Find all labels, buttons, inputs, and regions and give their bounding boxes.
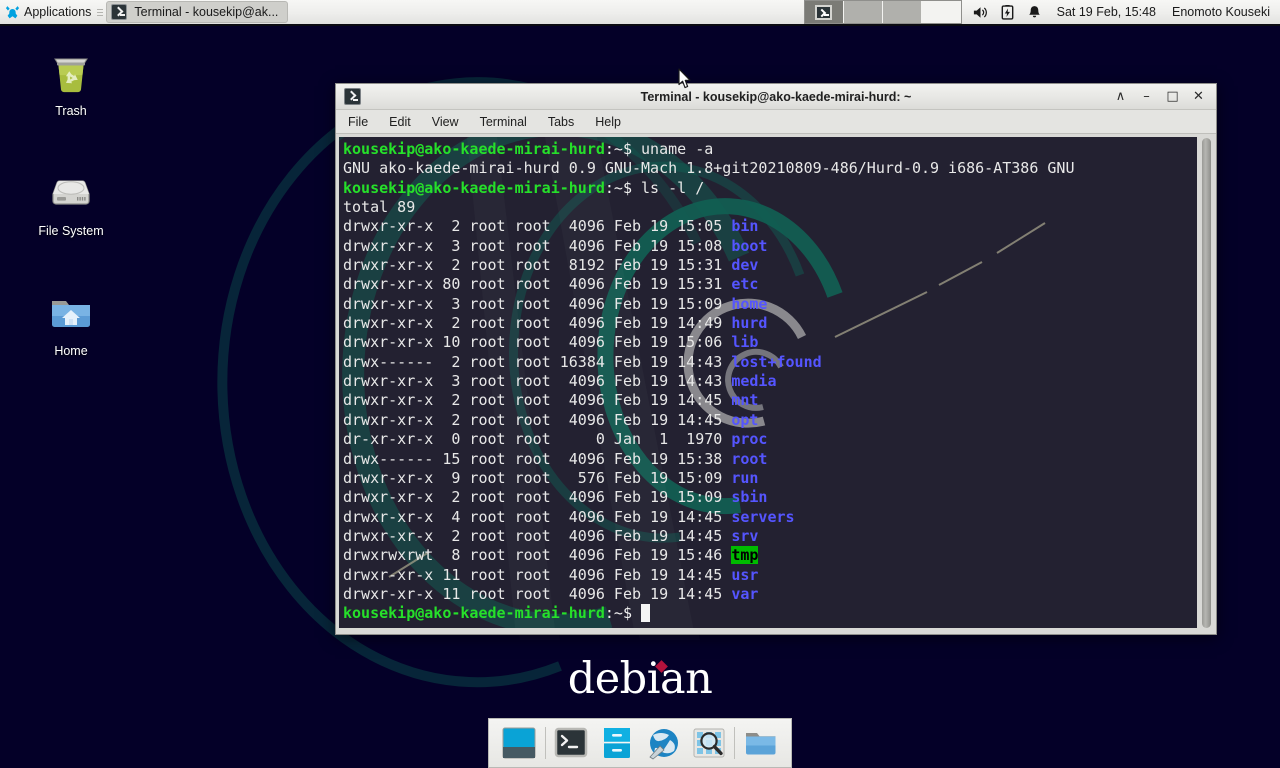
- debian-wordmark-text: debian: [568, 654, 713, 704]
- workspace-switcher[interactable]: [804, 0, 962, 24]
- bottom-dock: [488, 718, 792, 768]
- tasklist-item-terminal[interactable]: Terminal - kousekip@ak...: [106, 1, 288, 23]
- minimize-window-button[interactable]: –: [1139, 89, 1154, 105]
- menu-tabs[interactable]: Tabs: [548, 115, 574, 129]
- battery-icon[interactable]: [999, 4, 1016, 21]
- dock-item-app-finder[interactable]: [689, 723, 729, 763]
- dock-separator-2: [734, 727, 735, 759]
- xfce-mouse-icon: [5, 5, 20, 20]
- system-tray: Sat 19 Feb, 15:48 Enomoto Kouseki: [972, 4, 1280, 21]
- applications-menu-label: Applications: [24, 5, 91, 19]
- menu-view[interactable]: View: [432, 115, 459, 129]
- terminal-window-title: Terminal - kousekip@ako-kaede-mirai-hurd…: [336, 90, 1216, 104]
- desktop-icon-trash[interactable]: Trash: [23, 50, 119, 119]
- menu-edit[interactable]: Edit: [389, 115, 411, 129]
- terminal-menubar: File Edit View Terminal Tabs Help: [336, 110, 1216, 134]
- desktop-icon-home[interactable]: Home: [23, 290, 119, 359]
- terminal-screen[interactable]: kousekip@ako-kaede-mirai-hurd:~$ uname -…: [339, 137, 1197, 628]
- tasklist-item-label: Terminal - kousekip@ak...: [134, 5, 278, 19]
- panel-drag-handle[interactable]: [97, 3, 104, 21]
- terminal-window[interactable]: Terminal - kousekip@ako-kaede-mirai-hurd…: [335, 83, 1217, 635]
- workspace-4[interactable]: [922, 1, 961, 23]
- notification-bell-icon[interactable]: [1026, 4, 1043, 21]
- application-finder-icon: [692, 726, 726, 760]
- terminal-icon: [554, 726, 588, 760]
- desktop-icon-file-system-label: File System: [38, 225, 103, 239]
- workspace-2[interactable]: [844, 1, 883, 23]
- show-desktop-icon: [501, 725, 537, 761]
- dock-item-terminal[interactable]: [552, 723, 592, 763]
- terminal-icon: [344, 88, 361, 105]
- dock-item-show-desktop[interactable]: [499, 723, 539, 763]
- clock[interactable]: Sat 19 Feb, 15:48: [1057, 5, 1156, 19]
- debian-logotype: debian: [0, 658, 1280, 701]
- workspace-1[interactable]: [805, 1, 844, 23]
- web-browser-globe-icon: [646, 726, 680, 760]
- workspace-3[interactable]: [883, 1, 922, 23]
- user-name-label[interactable]: Enomoto Kouseki: [1172, 5, 1272, 19]
- window-controls: ∧ – □ ✕: [1113, 89, 1212, 105]
- dock-item-web-browser[interactable]: [643, 723, 683, 763]
- applications-menu-button[interactable]: Applications: [0, 0, 97, 25]
- open-folder-icon: [744, 726, 778, 760]
- terminal-body: kousekip@ako-kaede-mirai-hurd:~$ uname -…: [336, 134, 1216, 634]
- dock-item-open-folder[interactable]: [741, 723, 781, 763]
- menu-file[interactable]: File: [348, 115, 368, 129]
- workspace-window-thumbnail-icon: [815, 5, 832, 20]
- window-tasklist: Terminal - kousekip@ak...: [106, 0, 288, 25]
- shade-window-button[interactable]: ∧: [1113, 89, 1128, 105]
- menu-terminal[interactable]: Terminal: [480, 115, 527, 129]
- dock-separator-1: [545, 727, 546, 759]
- desktop-icon-home-label: Home: [54, 345, 87, 359]
- desktop-icon-trash-label: Trash: [55, 105, 87, 119]
- terminal-scrollbar-thumb[interactable]: [1202, 138, 1211, 628]
- desktop-icon-file-system[interactable]: File System: [23, 170, 119, 239]
- terminal-icon: [111, 4, 127, 20]
- hard-drive-icon: [47, 170, 95, 218]
- terminal-titlebar[interactable]: Terminal - kousekip@ako-kaede-mirai-hurd…: [336, 84, 1216, 110]
- dock-item-file-manager[interactable]: [597, 723, 637, 763]
- maximize-window-button[interactable]: □: [1165, 89, 1180, 105]
- home-folder-icon: [47, 290, 95, 338]
- terminal-output: kousekip@ako-kaede-mirai-hurd:~$ uname -…: [343, 140, 1197, 624]
- menu-help[interactable]: Help: [595, 115, 621, 129]
- trash-icon: [47, 50, 95, 98]
- file-cabinet-icon: [600, 726, 634, 760]
- volume-icon[interactable]: [972, 4, 989, 21]
- terminal-scrollbar[interactable]: [1199, 137, 1213, 628]
- top-panel: Applications Terminal - kousekip@ak...: [0, 0, 1280, 26]
- close-window-button[interactable]: ✕: [1191, 89, 1206, 105]
